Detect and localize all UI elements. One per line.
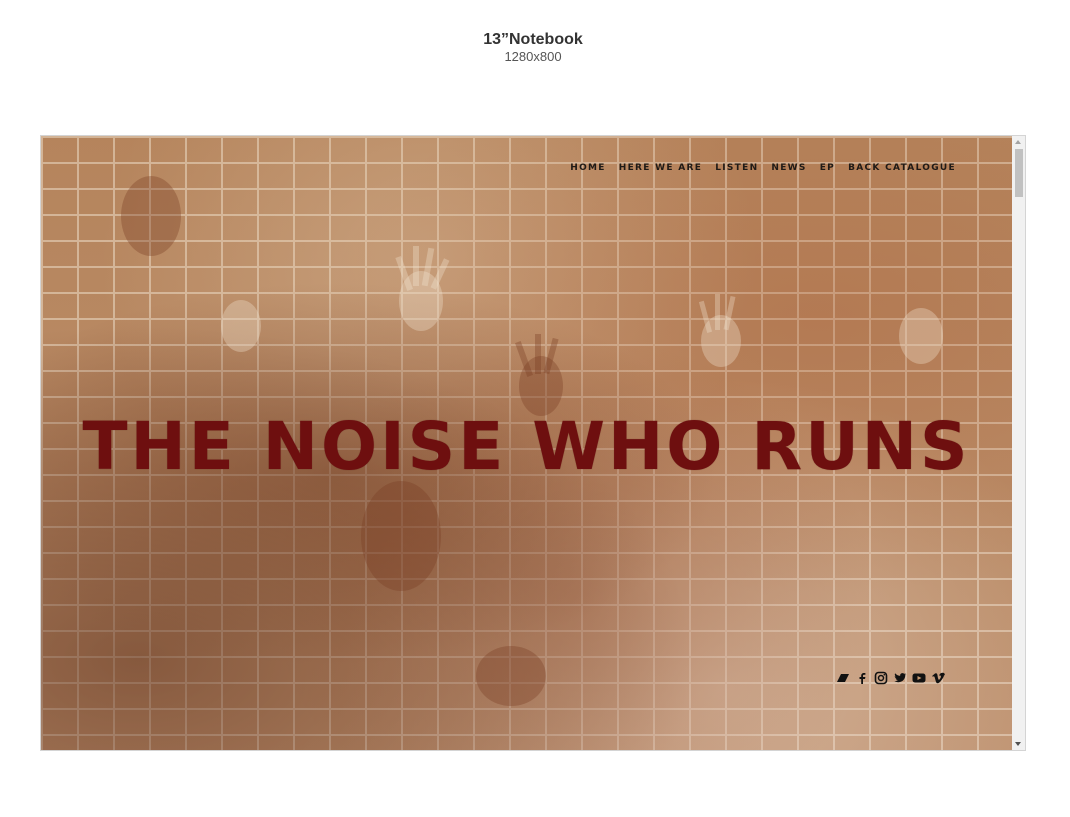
facebook-icon[interactable] (855, 671, 869, 685)
site-viewport: HOME HERE WE ARE LISTEN NEWS EP BACK CAT… (41, 136, 1012, 750)
nav-back-catalogue[interactable]: BACK CATALOGUE (848, 163, 956, 173)
nav-here-we-are[interactable]: HERE WE ARE (619, 163, 702, 173)
twitter-icon[interactable] (893, 671, 907, 685)
nav-home[interactable]: HOME (570, 163, 606, 173)
social-links (836, 671, 945, 685)
device-name: 13”Notebook (483, 31, 583, 48)
device-resolution: 1280x800 (504, 49, 562, 64)
scroll-thumb[interactable] (1015, 149, 1023, 197)
scroll-up-arrow[interactable] (1015, 140, 1021, 144)
main-nav: HOME HERE WE ARE LISTEN NEWS EP BACK CAT… (570, 163, 956, 173)
nav-news[interactable]: NEWS (771, 163, 806, 173)
site-title: THE NOISE WHO RUNS (82, 408, 971, 485)
youtube-icon[interactable] (912, 671, 926, 685)
page-scrollbar[interactable] (1012, 136, 1025, 750)
device-header: 13”Notebook 1280x800 (0, 31, 1066, 64)
device-frame: HOME HERE WE ARE LISTEN NEWS EP BACK CAT… (40, 135, 1026, 751)
bandcamp-icon[interactable] (836, 671, 850, 685)
instagram-icon[interactable] (874, 671, 888, 685)
scroll-down-arrow[interactable] (1015, 742, 1021, 746)
vimeo-icon[interactable] (931, 671, 945, 685)
nav-listen[interactable]: LISTEN (715, 163, 758, 173)
nav-ep[interactable]: EP (820, 163, 835, 173)
